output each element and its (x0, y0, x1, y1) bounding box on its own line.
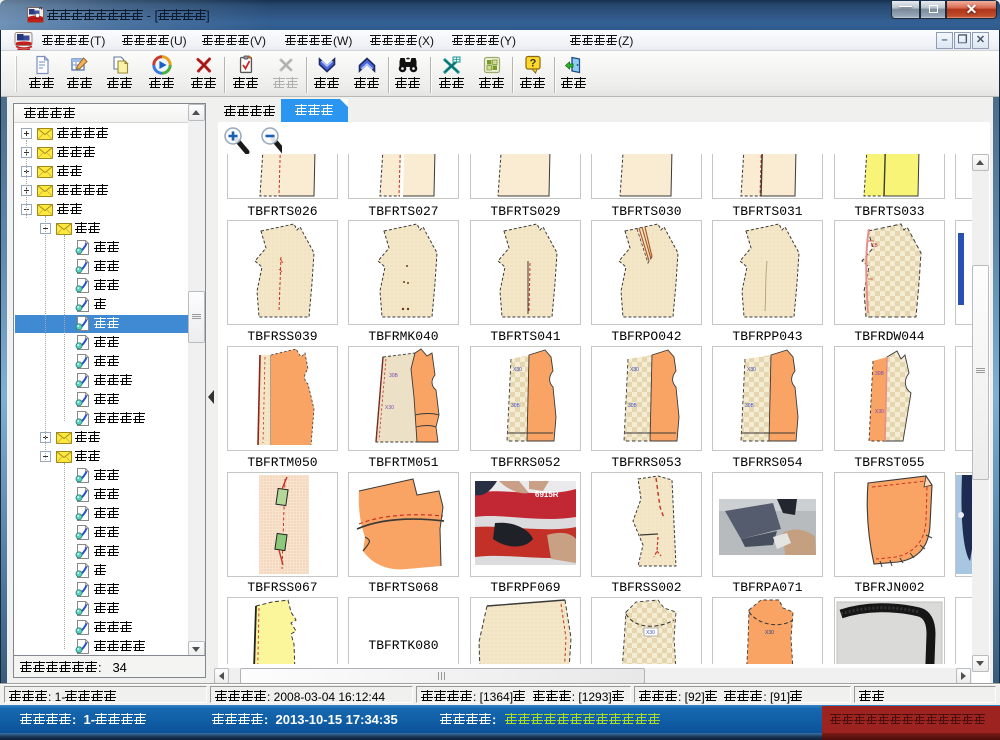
svg-text:X30: X30 (747, 367, 756, 373)
svg-text:X30: X30 (385, 405, 394, 411)
svg-text:30B: 30B (745, 403, 755, 409)
svg-text:X30: X30 (646, 630, 655, 636)
svg-text:6915R: 6915R (535, 490, 559, 499)
svg-text:X30: X30 (630, 367, 639, 373)
svg-text:30B: 30B (628, 403, 638, 409)
svg-text:X30: X30 (513, 367, 522, 373)
svg-text:KB: KB (871, 243, 878, 249)
svg-text:30B: 30B (875, 371, 885, 377)
svg-text:X30: X30 (875, 409, 884, 415)
svg-text:30B: 30B (511, 403, 521, 409)
svg-text:X30: X30 (765, 630, 774, 636)
svg-text:30B: 30B (389, 373, 399, 379)
svg-text:?: ? (530, 58, 537, 70)
